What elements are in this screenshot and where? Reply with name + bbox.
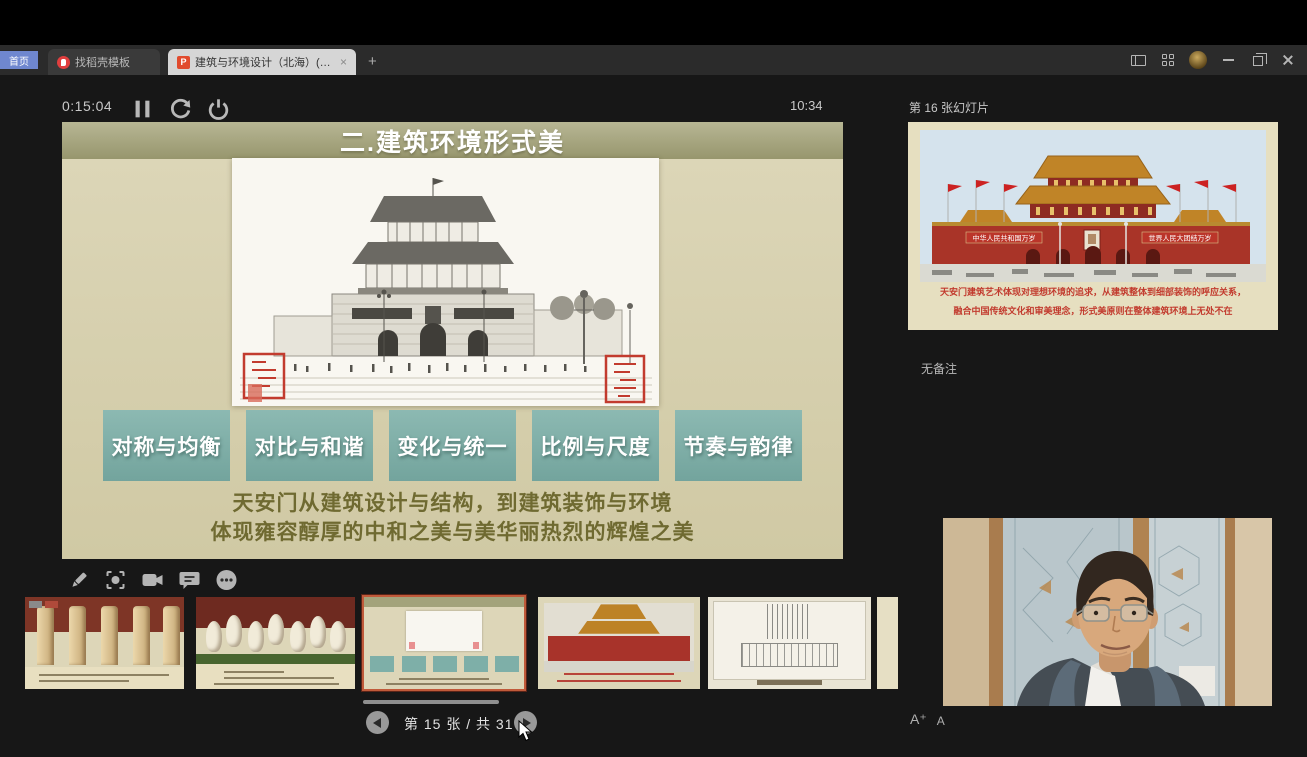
previous-slide-button[interactable] xyxy=(366,711,389,734)
app-window: 首页 找稻壳模板 P 建筑与环境设计（北海）(2).pptx × + 0:15:… xyxy=(0,0,1307,757)
box-symmetry-balance: 对称与均衡 xyxy=(103,410,230,481)
tab-document-label: 建筑与环境设计（北海）(2).pptx xyxy=(195,54,334,70)
current-slide[interactable]: 二.建筑环境形式美 xyxy=(62,122,843,559)
laser-pointer-icon[interactable] xyxy=(103,568,128,592)
comment-icon[interactable] xyxy=(177,568,202,592)
slide-thumbnail-6-clipped[interactable] xyxy=(877,597,898,689)
minimize-button[interactable] xyxy=(1215,49,1241,71)
camera-icon[interactable] xyxy=(140,568,165,592)
box-variation-unity: 变化与统一 xyxy=(389,410,516,481)
tiananmen-photo: 中华人民共和国万岁 世界人民大团结万岁 xyxy=(908,122,1278,282)
slide-thumbnail-1[interactable] xyxy=(25,597,184,689)
preview-caption-line1: 天安门建筑艺术体现对理想环境的追求，从建筑整体到细部装饰的呼应关系， xyxy=(908,285,1278,298)
grid-view-icon[interactable] xyxy=(1155,49,1181,71)
presenter-view: 0:15:04 10:34 二.建筑环境形式美 xyxy=(0,75,1307,757)
end-show-power-icon[interactable] xyxy=(206,97,231,121)
tab-docer-label: 找稻壳模板 xyxy=(75,54,130,70)
tab-bar: 首页 找稻壳模板 P 建筑与环境设计（北海）(2).pptx × + xyxy=(0,45,1307,75)
box-proportion-scale: 比例与尺度 xyxy=(532,410,659,481)
more-options-icon[interactable] xyxy=(214,568,239,592)
principle-boxes: 对称与均衡 对比与和谐 变化与统一 比例与尺度 节奏与韵律 xyxy=(62,410,843,481)
slide-thumbnail-2[interactable] xyxy=(196,597,355,689)
window-controls xyxy=(1125,49,1301,71)
notes-font-controls: A⁺ A xyxy=(910,711,945,728)
plaque-right-text: 世界人民大团结万岁 xyxy=(1149,234,1212,243)
tab-docer-templates[interactable]: 找稻壳模板 xyxy=(48,49,160,75)
box-contrast-harmony: 对比与和谐 xyxy=(246,410,373,481)
pen-icon[interactable] xyxy=(66,568,91,592)
speaker-notes-placeholder: 无备注 xyxy=(921,360,957,377)
restore-button[interactable] xyxy=(1245,49,1271,71)
preview-caption-line2: 融合中国传统文化和审美理念，形式美原则在整体建筑环境上无处不在 xyxy=(908,304,1278,317)
tiananmen-engraving-image xyxy=(232,158,659,406)
tab-document[interactable]: P 建筑与环境设计（北海）(2).pptx × xyxy=(168,49,356,75)
plaque-left-text: 中华人民共和国万岁 xyxy=(973,234,1036,243)
reset-timer-icon[interactable] xyxy=(168,97,193,121)
slide-thumbnail-4[interactable] xyxy=(538,597,700,689)
elapsed-timer: 0:15:04 xyxy=(62,98,112,114)
slide-thumbnail-5[interactable] xyxy=(708,597,871,689)
ppt-file-icon: P xyxy=(177,56,190,69)
wall-clock: 10:34 xyxy=(790,98,823,113)
notes-font-increase-button[interactable]: A⁺ xyxy=(910,711,927,728)
new-tab-button[interactable]: + xyxy=(368,53,377,70)
pause-timer-icon[interactable] xyxy=(130,97,155,121)
user-avatar[interactable] xyxy=(1185,49,1211,71)
mouse-cursor xyxy=(518,720,534,742)
presenter-webcam-video[interactable] xyxy=(943,518,1272,706)
slide-caption-line1: 天安门从建筑设计与结构，到建筑装饰与环境 xyxy=(62,487,843,517)
tab-home[interactable]: 首页 xyxy=(0,51,38,69)
next-slide-panel-title: 第 16 张幻灯片 xyxy=(909,99,989,116)
close-window-button[interactable] xyxy=(1275,49,1301,71)
box-rhythm-cadence: 节奏与韵律 xyxy=(675,410,802,481)
integrated-mode-icon[interactable] xyxy=(1125,49,1151,71)
filmstrip-scrollbar[interactable] xyxy=(363,700,499,704)
close-tab-icon[interactable]: × xyxy=(340,55,347,69)
docer-icon xyxy=(57,56,70,69)
annotation-toolbar xyxy=(66,568,239,592)
slide-thumbnail-3-selected[interactable] xyxy=(362,595,526,691)
slide-title: 二.建筑环境形式美 xyxy=(62,122,843,159)
slide-caption-line2: 体现雍容醇厚的中和之美与美华丽热烈的辉煌之美 xyxy=(62,516,843,546)
notes-font-decrease-button[interactable]: A xyxy=(937,714,945,728)
next-slide-preview[interactable]: 中华人民共和国万岁 世界人民大团结万岁 xyxy=(908,122,1278,330)
